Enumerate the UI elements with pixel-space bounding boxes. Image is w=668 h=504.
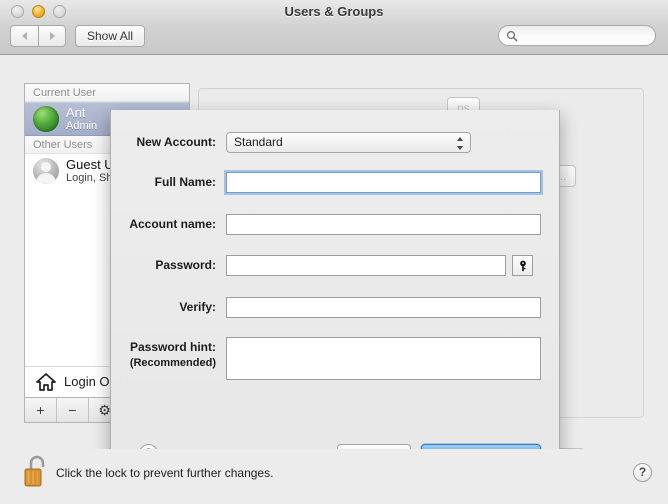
password-row: Password: (111, 255, 561, 276)
key-icon (519, 260, 526, 271)
bottom-bar: Click the lock to prevent further change… (0, 449, 668, 504)
password-hint-input[interactable] (226, 337, 541, 380)
new-account-sheet: New Account: Standard Full Name: Account… (110, 110, 560, 482)
search-field[interactable] (498, 25, 656, 46)
title-bar: Users & Groups Show All (0, 0, 668, 55)
account-name-input[interactable] (226, 214, 541, 235)
chevron-left-icon (22, 32, 27, 40)
search-icon (506, 30, 518, 42)
account-name-label: Account name: (129, 217, 216, 231)
password-input[interactable] (226, 255, 506, 276)
password-label: Password: (155, 258, 216, 272)
stepper-arrows-icon (456, 137, 464, 150)
user-role: Login, Sh (66, 171, 113, 184)
avatar (33, 106, 59, 132)
password-hint-label: Password hint: (Recommended) (111, 337, 226, 370)
unlocked-padlock-icon[interactable] (22, 455, 48, 489)
user-name: Ant (66, 104, 86, 120)
search-input[interactable] (522, 28, 652, 45)
password-assistant-button[interactable] (512, 255, 533, 276)
new-account-type-select[interactable]: Standard (226, 132, 471, 153)
verify-row: Verify: (111, 297, 561, 318)
help-button[interactable]: ? (633, 463, 652, 482)
sidebar-group-current-user: Current User (25, 84, 189, 102)
window-title: Users & Groups (284, 4, 384, 19)
lock-message: Click the lock to prevent further change… (56, 466, 274, 480)
chevron-right-icon (49, 32, 55, 40)
new-account-row: New Account: Standard (111, 132, 561, 153)
full-name-input[interactable] (226, 172, 541, 193)
full-name-row: Full Name: (111, 172, 561, 193)
home-icon (36, 372, 56, 391)
navigation-segmented-control[interactable] (10, 25, 66, 47)
user-role: Admin (66, 119, 98, 132)
password-hint-label-text: Password hint: (129, 340, 216, 354)
new-account-type-value: Standard (234, 135, 283, 149)
avatar (33, 158, 59, 184)
account-name-row: Account name: (111, 214, 561, 235)
login-options-label: Login O (64, 374, 110, 389)
user-name: Guest U (66, 156, 114, 172)
toolbar: Show All (0, 22, 668, 54)
remove-user-button[interactable]: − (57, 398, 89, 422)
full-name-label: Full Name: (154, 175, 216, 189)
add-user-button[interactable]: + (25, 398, 57, 422)
back-button[interactable] (10, 25, 38, 47)
users-and-groups-window: Users & Groups Show All ns ... Current U… (0, 0, 668, 504)
main-content: ns Change Password ... ✓ Allow user to r… (0, 55, 668, 482)
forward-button[interactable] (38, 25, 66, 47)
password-hint-row: Password hint: (Recommended) (111, 337, 561, 380)
verify-input[interactable] (226, 297, 541, 318)
show-all-button[interactable]: Show All (75, 25, 146, 47)
new-account-label: New Account: (136, 135, 216, 149)
password-hint-sublabel: (Recommended) (129, 357, 216, 369)
verify-label: Verify: (179, 300, 216, 314)
